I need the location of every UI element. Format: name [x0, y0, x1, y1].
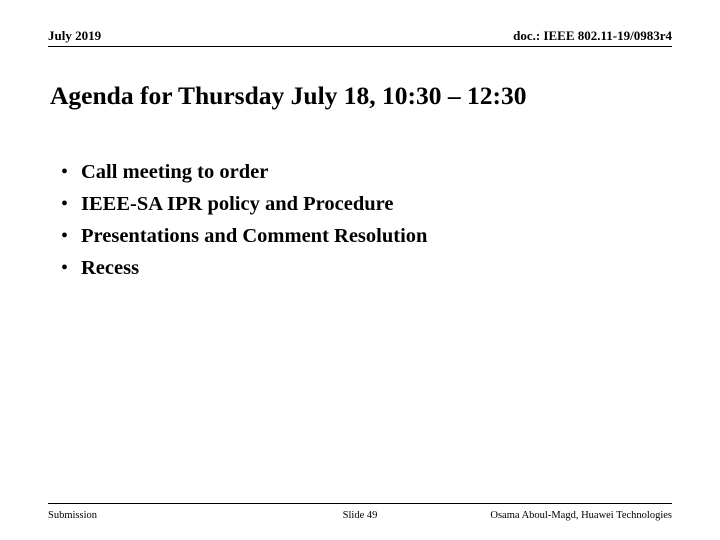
list-item: • Presentations and Comment Resolution: [56, 220, 656, 252]
header-document-number: doc.: IEEE 802.11-19/0983r4: [513, 28, 672, 43]
footer-divider: [48, 503, 672, 504]
bullet-icon: •: [61, 257, 69, 279]
footer-author: Osama Aboul-Magd, Huawei Technologies: [490, 510, 672, 521]
bullet-icon: •: [61, 193, 69, 215]
list-item: • Call meeting to order: [56, 156, 656, 188]
list-item-label: Presentations and Comment Resolution: [81, 225, 428, 247]
bullet-icon: •: [61, 161, 69, 183]
agenda-list: • Call meeting to order • IEEE-SA IPR po…: [56, 156, 656, 284]
page-title: Agenda for Thursday July 18, 10:30 – 12:…: [50, 81, 527, 110]
slide-footer: Submission Slide 49 Osama Aboul-Magd, Hu…: [48, 509, 672, 525]
list-item-label: Call meeting to order: [81, 161, 269, 183]
list-item-label: Recess: [81, 257, 140, 279]
presentation-slide: July 2019 doc.: IEEE 802.11-19/0983r4 Ag…: [0, 0, 720, 540]
slide-header: July 2019 doc.: IEEE 802.11-19/0983r4: [48, 28, 672, 48]
header-divider: [48, 46, 672, 47]
header-date: July 2019: [48, 28, 102, 43]
bullet-icon: •: [61, 225, 69, 247]
list-item: • IEEE-SA IPR policy and Procedure: [56, 188, 656, 220]
list-item-label: IEEE-SA IPR policy and Procedure: [81, 193, 394, 215]
list-item: • Recess: [56, 252, 656, 284]
